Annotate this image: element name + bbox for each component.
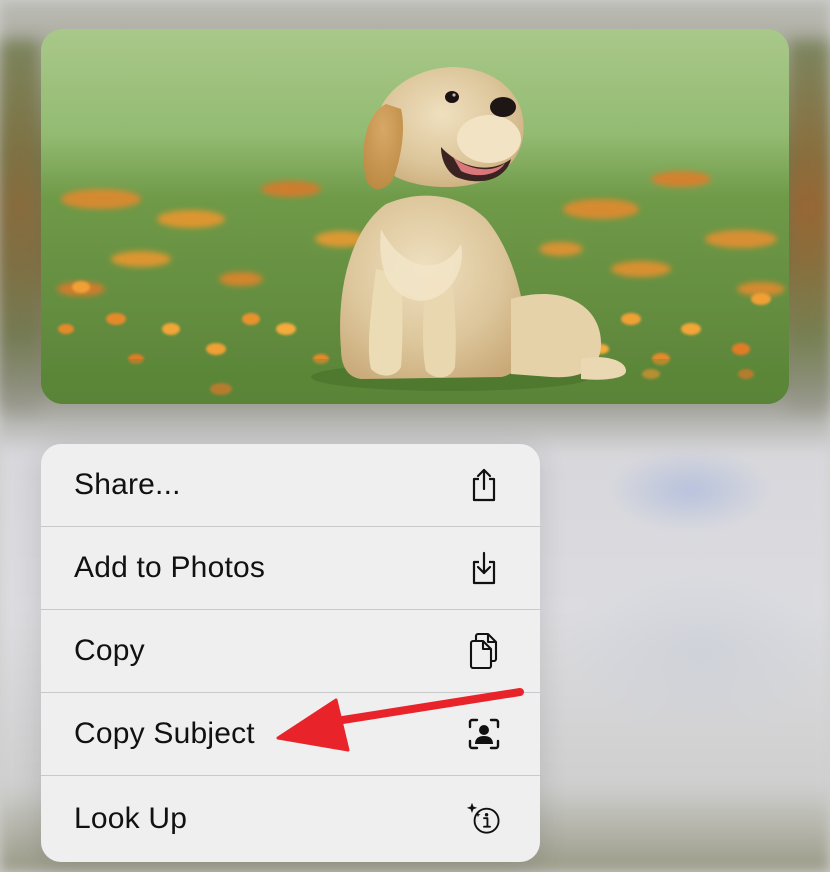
blurred-background-right [788,40,830,410]
context-menu: Share... Add to Photos Copy Copy Subject… [41,444,540,862]
blurred-background-left [0,40,40,410]
menu-item-share[interactable]: Share... [41,444,540,527]
menu-item-copy[interactable]: Copy [41,610,540,693]
menu-item-label: Add to Photos [74,551,266,584]
menu-item-copy-subject[interactable]: Copy Subject [41,693,540,776]
photo-preview [41,29,789,404]
menu-item-look-up[interactable]: Look Up [41,776,540,862]
copy-subject-icon [466,716,502,752]
menu-item-add-to-photos[interactable]: Add to Photos [41,527,540,610]
copy-icon [466,632,502,670]
look-up-icon [466,801,502,837]
menu-item-label: Copy [74,634,145,667]
add-to-photos-icon [466,550,502,586]
menu-item-label: Share... [74,468,181,501]
puppy-image [41,29,789,404]
share-icon [466,467,502,503]
menu-item-label: Look Up [74,802,188,835]
menu-item-label: Copy Subject [74,717,255,750]
